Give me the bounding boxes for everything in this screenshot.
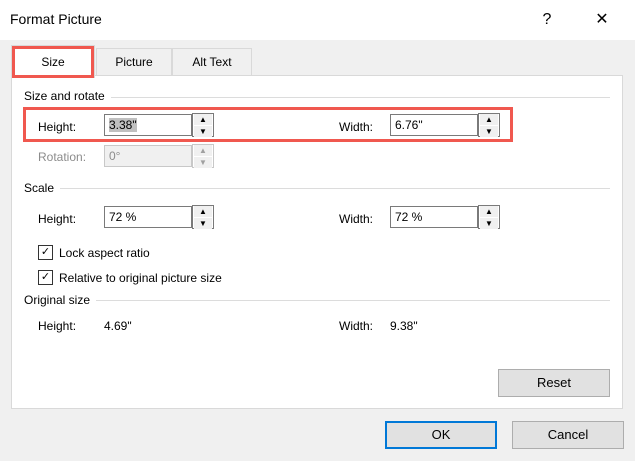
reset-button[interactable]: Reset <box>498 369 610 397</box>
original-height-label: Height: <box>38 319 77 333</box>
ok-button[interactable]: OK <box>385 421 497 449</box>
original-width-value: 9.38" <box>390 319 418 333</box>
scale-width-input[interactable]: 72 % <box>390 206 478 228</box>
cancel-button[interactable]: Cancel <box>512 421 624 449</box>
help-button[interactable]: ? <box>527 6 567 34</box>
rotation-input[interactable]: 0° <box>104 145 192 167</box>
tab-alt-text[interactable]: Alt Text <box>172 48 252 76</box>
scale-width-spinner[interactable]: ▲ ▼ <box>478 205 500 230</box>
scale-header: Scale <box>24 181 61 195</box>
scale-width-label: Width: <box>339 212 374 226</box>
original-size-header: Original size <box>24 293 97 307</box>
tab-highlight <box>12 46 94 78</box>
lock-aspect-checkbox[interactable]: ✓ <box>38 245 53 260</box>
close-button[interactable]: ✕ <box>582 6 622 34</box>
rotation-label: Rotation: <box>38 150 87 164</box>
relative-size-checkbox[interactable]: ✓ <box>38 270 53 285</box>
size-rotate-header: Size and rotate <box>24 89 111 103</box>
dialog-title: Format Picture <box>10 11 102 27</box>
tab-picture[interactable]: Picture <box>96 48 172 76</box>
rotation-spinner[interactable]: ▲ ▼ <box>192 144 214 169</box>
scale-height-label: Height: <box>38 212 77 226</box>
size-highlight <box>23 107 513 142</box>
original-height-value: 4.69" <box>104 319 132 333</box>
original-width-label: Width: <box>339 319 374 333</box>
scale-height-spinner[interactable]: ▲ ▼ <box>192 205 214 230</box>
lock-aspect-label[interactable]: Lock aspect ratio <box>59 246 150 260</box>
title-bar: Format Picture ? ✕ <box>0 0 635 40</box>
relative-size-label[interactable]: Relative to original picture size <box>59 271 222 285</box>
scale-height-input[interactable]: 72 % <box>104 206 192 228</box>
